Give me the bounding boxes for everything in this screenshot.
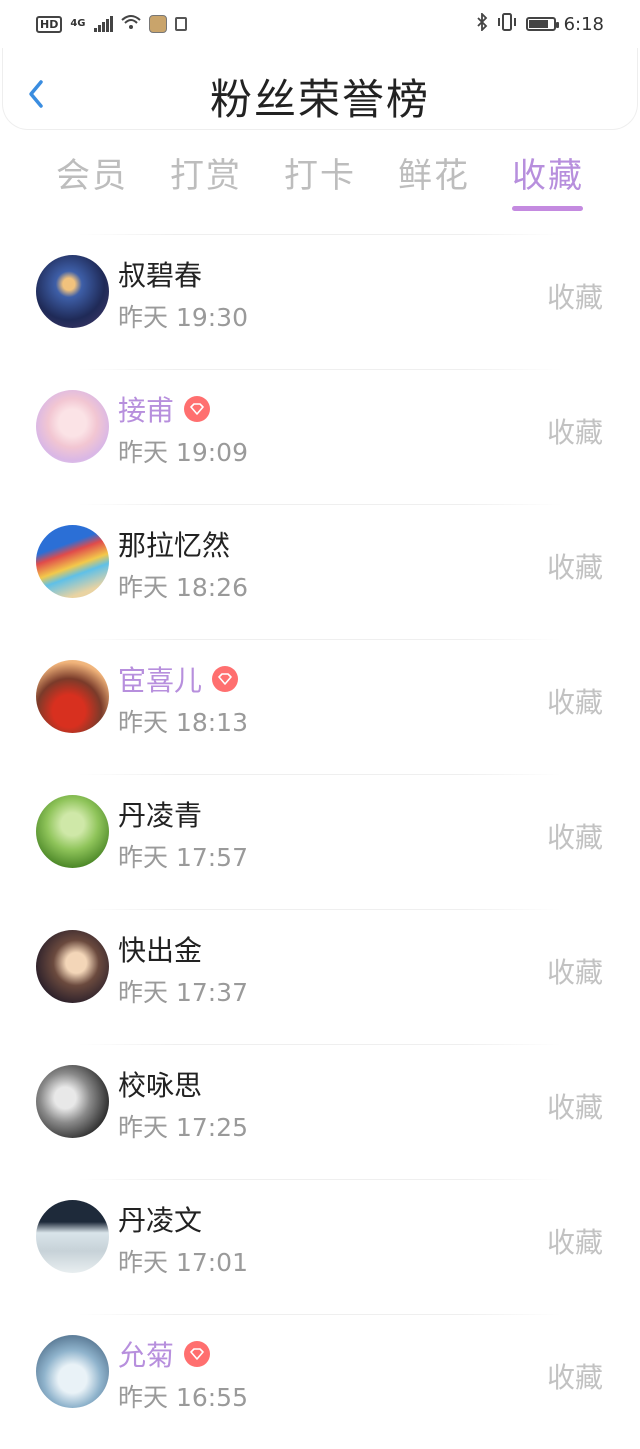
list-item[interactable]: 快出金 昨天 17:37 收藏 <box>0 909 640 1044</box>
signal-icon <box>93 16 113 32</box>
action-label: 收藏 <box>546 416 603 449</box>
fan-name: 校咏思 <box>118 1069 203 1102</box>
diamond-icon <box>184 396 211 422</box>
network-type: 4G <box>70 18 86 29</box>
active-tab-indicator <box>512 206 583 211</box>
avatar <box>36 795 109 868</box>
list-item[interactable]: 宦喜儿 昨天 18:13 收藏 <box>0 639 640 774</box>
status-left: HD 4G <box>36 14 187 34</box>
diamond-icon <box>184 1341 211 1367</box>
fan-name: 快出金 <box>118 934 203 967</box>
list-item[interactable]: 丹凌青 昨天 17:57 收藏 <box>0 774 640 909</box>
list-item[interactable]: 那拉忆然 昨天 18:26 收藏 <box>0 504 640 639</box>
fan-name: 丹凌青 <box>118 799 203 832</box>
fan-time: 昨天 17:57 <box>118 843 248 872</box>
fan-list: 叔碧春 昨天 19:30 收藏 接甫 昨天 19:09 收藏 那拉忆然 昨天 1… <box>0 234 640 1449</box>
action-label: 收藏 <box>546 281 603 314</box>
fan-name: 允菊 <box>118 1334 211 1374</box>
fan-name: 丹凌文 <box>118 1204 203 1237</box>
avatar <box>36 930 109 1003</box>
diamond-icon <box>212 666 239 692</box>
list-item[interactable]: 叔碧春 昨天 19:30 收藏 <box>0 234 640 369</box>
battery-icon <box>525 17 559 31</box>
tab-rewards[interactable]: 打赏 <box>170 148 242 197</box>
hd-indicator: HD <box>36 15 63 33</box>
fan-name: 叔碧春 <box>118 259 203 292</box>
fan-time: 昨天 17:01 <box>118 1248 248 1277</box>
fan-time: 昨天 17:25 <box>118 1113 248 1142</box>
fan-time: 昨天 19:30 <box>118 303 248 332</box>
vibrate-icon <box>496 13 518 35</box>
avatar <box>36 660 109 733</box>
action-label: 收藏 <box>546 686 603 719</box>
status-bar: HD 4G 6:18 <box>0 0 640 48</box>
avatar <box>36 390 109 463</box>
app-notification-icon <box>148 15 167 33</box>
tab-members[interactable]: 会员 <box>56 148 128 197</box>
tab-bar: 会员 打赏 打卡 鲜花 收藏 <box>0 148 640 212</box>
fan-name: 接甫 <box>118 389 211 429</box>
fan-time: 昨天 16:55 <box>118 1383 248 1412</box>
action-label: 收藏 <box>546 1226 603 1259</box>
fan-time: 昨天 18:26 <box>118 573 248 602</box>
action-label: 收藏 <box>546 821 603 854</box>
fan-time: 昨天 18:13 <box>118 708 248 737</box>
fan-name: 宦喜儿 <box>118 659 239 699</box>
action-label: 收藏 <box>546 956 603 989</box>
action-label: 收藏 <box>546 551 603 584</box>
bluetooth-icon <box>476 11 488 35</box>
wifi-icon <box>120 14 141 34</box>
list-item[interactable]: 接甫 昨天 19:09 收藏 <box>0 369 640 504</box>
list-item[interactable]: 允菊 昨天 16:55 收藏 <box>0 1314 640 1449</box>
tab-flowers[interactable]: 鲜花 <box>398 148 470 197</box>
status-right: 6:18 <box>476 11 604 35</box>
header: 粉丝荣誉榜 <box>2 48 638 130</box>
list-item[interactable]: 校咏思 昨天 17:25 收藏 <box>0 1044 640 1179</box>
tab-favorites[interactable]: 收藏 <box>512 148 584 197</box>
fan-name: 那拉忆然 <box>118 529 231 562</box>
clipboard-icon <box>174 17 187 31</box>
clock: 6:18 <box>563 13 604 35</box>
avatar <box>36 1065 109 1138</box>
avatar <box>36 525 109 598</box>
action-label: 收藏 <box>546 1361 603 1394</box>
fan-time: 昨天 19:09 <box>118 438 248 467</box>
avatar <box>36 255 109 328</box>
tab-checkin[interactable]: 打卡 <box>284 148 356 197</box>
avatar <box>36 1335 109 1408</box>
page-title: 粉丝荣誉榜 <box>209 75 430 124</box>
list-item[interactable]: 丹凌文 昨天 17:01 收藏 <box>0 1179 640 1314</box>
fan-time: 昨天 17:37 <box>118 978 248 1007</box>
action-label: 收藏 <box>546 1091 603 1124</box>
avatar <box>36 1200 109 1273</box>
